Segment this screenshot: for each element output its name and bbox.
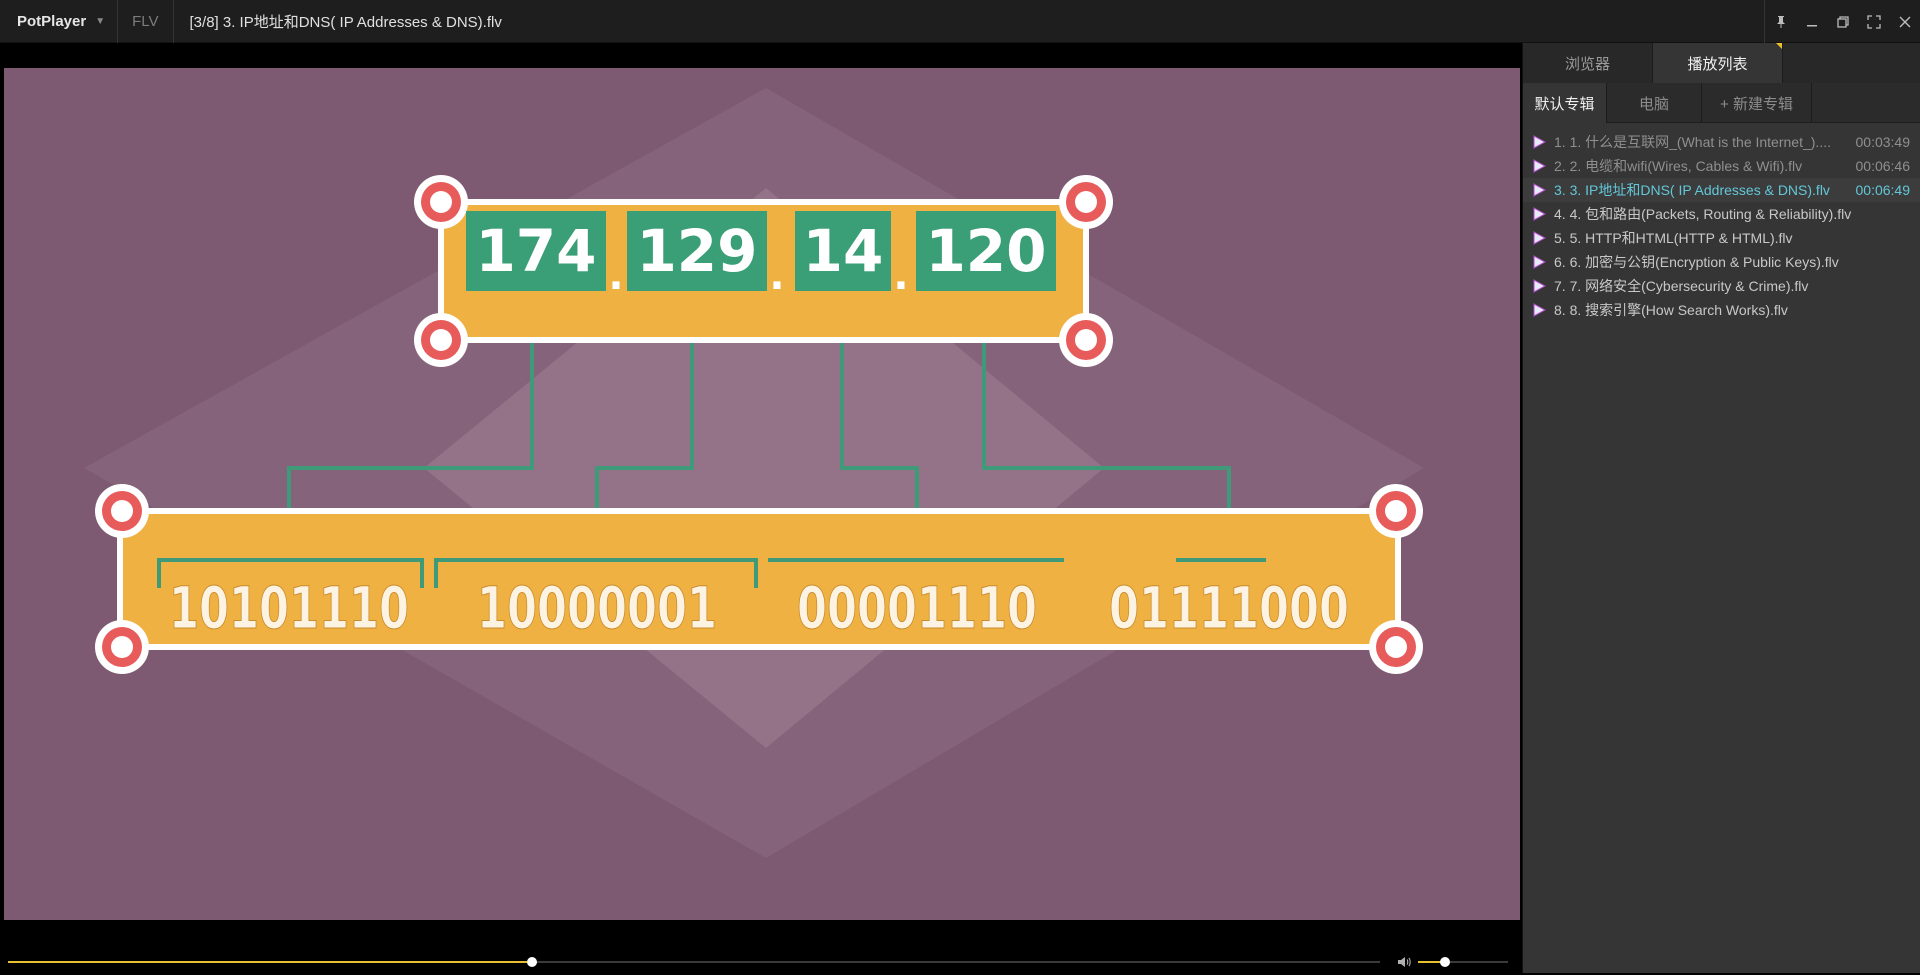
- pin-icon[interactable]: [1765, 0, 1796, 43]
- window-controls: [1764, 0, 1920, 43]
- seek-progress-fill: [8, 961, 533, 963]
- close-icon[interactable]: [1889, 0, 1920, 43]
- playlist-item[interactable]: 2. 2. 电缆和wifi(Wires, Cables & Wifi).flv 0…: [1523, 154, 1920, 178]
- window-title: [3/8] 3. IP地址和DNS( IP Addresses & DNS).f…: [189, 13, 502, 31]
- restore-icon[interactable]: [1827, 0, 1858, 43]
- ip-octet-text: 174: [475, 217, 596, 285]
- playlist-item-duration: 00:06:46: [1855, 158, 1911, 174]
- video-scene: 174. 129. 14. 120 10101110 10000001 00001110 0…: [4, 68, 1520, 920]
- app-menu-button[interactable]: PotPlayer ▼: [0, 0, 119, 43]
- binary-octet-text: 10000001: [477, 574, 717, 642]
- playlist: 1. 1. 什么是互联网_(What is the Internet_)....…: [1523, 123, 1920, 322]
- corner-handle: [430, 329, 452, 351]
- playlist-item-title: 6. 6. 加密与公钥(Encryption & Public Keys).fl…: [1554, 254, 1839, 270]
- play-file-icon: [1532, 303, 1546, 317]
- playlist-item[interactable]: 8. 8. 搜索引擎(How Search Works).flv: [1523, 298, 1920, 322]
- playlist-item[interactable]: 7. 7. 网络安全(Cybersecurity & Crime).flv: [1523, 274, 1920, 298]
- playlist-item[interactable]: 3. 3. IP地址和DNS( IP Addresses & DNS).flv 0…: [1523, 178, 1920, 202]
- play-file-icon: [1532, 279, 1546, 293]
- speaker-icon[interactable]: [1396, 954, 1412, 970]
- ip-octet-text: 14: [803, 217, 884, 285]
- binary-octet-text: 00001110: [797, 574, 1037, 642]
- playlist-item-title: 3. 3. IP地址和DNS( IP Addresses & DNS).flv: [1554, 182, 1830, 198]
- playlist-item[interactable]: 4. 4. 包和路由(Packets, Routing & Reliabilit…: [1523, 202, 1920, 226]
- chevron-down-icon: ▼: [95, 15, 106, 27]
- ip-separator: .: [769, 253, 784, 299]
- volume-handle[interactable]: [1440, 957, 1450, 967]
- playlist-item-title: 7. 7. 网络安全(Cybersecurity & Crime).flv: [1554, 278, 1809, 294]
- title-bar: PotPlayer ▼ FLV [3/8] 3. IP地址和DNS( IP Ad…: [0, 0, 1920, 43]
- seek-handle[interactable]: [527, 957, 538, 967]
- play-file-icon: [1532, 255, 1546, 269]
- play-file-icon: [1532, 231, 1546, 245]
- play-file-icon: [1532, 135, 1546, 149]
- ip-separator: .: [893, 253, 908, 299]
- video-area[interactable]: 174. 129. 14. 120 10101110 10000001 00001110 0…: [0, 43, 1522, 920]
- new-album-button[interactable]: + 新建专辑: [1702, 83, 1812, 123]
- binary-octet-text: 01111000: [1109, 574, 1349, 642]
- play-file-icon: [1532, 207, 1546, 221]
- seek-bar[interactable]: [8, 957, 1380, 967]
- corner-handle: [111, 500, 133, 522]
- fullscreen-icon[interactable]: [1858, 0, 1889, 43]
- tab-browser[interactable]: 浏览器: [1523, 43, 1653, 83]
- corner-handle: [111, 636, 133, 658]
- playlist-item[interactable]: 6. 6. 加密与公钥(Encryption & Public Keys).fl…: [1523, 250, 1920, 274]
- play-file-icon: [1532, 183, 1546, 197]
- corner-handle: [1075, 329, 1097, 351]
- album-tabs: 默认专辑 电脑 + 新建专辑: [1523, 83, 1920, 123]
- tab-corner-marker: [1776, 43, 1782, 49]
- corner-handle: [1075, 191, 1097, 213]
- playlist-item-title: 1. 1. 什么是互联网_(What is the Internet_)....: [1554, 134, 1831, 150]
- ip-octet-text: 129: [636, 217, 757, 285]
- panel-tabs: 浏览器 播放列表: [1523, 43, 1920, 83]
- side-panel: 浏览器 播放列表 默认专辑 电脑 + 新建专辑 1. 1. 什么是互联网_(Wh…: [1522, 43, 1920, 973]
- playlist-item[interactable]: 1. 1. 什么是互联网_(What is the Internet_)....…: [1523, 130, 1920, 154]
- playlist-item[interactable]: 5. 5. HTTP和HTML(HTTP & HTML).flv: [1523, 226, 1920, 250]
- playlist-item-title: 8. 8. 搜索引擎(How Search Works).flv: [1554, 302, 1788, 318]
- album-tab-computer[interactable]: 电脑: [1607, 83, 1702, 123]
- album-tab-default[interactable]: 默认专辑: [1523, 83, 1607, 123]
- playlist-item-title: 2. 2. 电缆和wifi(Wires, Cables & Wifi).flv: [1554, 158, 1803, 174]
- volume-slider[interactable]: [1418, 957, 1508, 967]
- control-bar: [0, 920, 1522, 973]
- playlist-item-title: 5. 5. HTTP和HTML(HTTP & HTML).flv: [1554, 230, 1793, 246]
- video-frame[interactable]: 174. 129. 14. 120 10101110 10000001 00001110 0…: [4, 68, 1520, 920]
- playlist-item-title: 4. 4. 包和路由(Packets, Routing & Reliabilit…: [1554, 206, 1852, 222]
- minimize-icon[interactable]: [1796, 0, 1827, 43]
- playlist-item-duration: 00:06:49: [1855, 182, 1911, 198]
- format-label: FLV: [118, 0, 174, 43]
- corner-handle: [1385, 636, 1407, 658]
- playlist-item-duration: 00:03:49: [1855, 134, 1911, 150]
- tab-playlist-label: 播放列表: [1687, 55, 1748, 73]
- corner-handle: [430, 191, 452, 213]
- ip-separator: .: [608, 253, 623, 299]
- corner-handle: [1385, 500, 1407, 522]
- tab-playlist[interactable]: 播放列表: [1653, 43, 1783, 83]
- ip-octet-text: 120: [925, 217, 1046, 285]
- play-file-icon: [1532, 159, 1546, 173]
- app-name: PotPlayer: [17, 12, 87, 30]
- binary-octet-text: 10101110: [169, 574, 409, 642]
